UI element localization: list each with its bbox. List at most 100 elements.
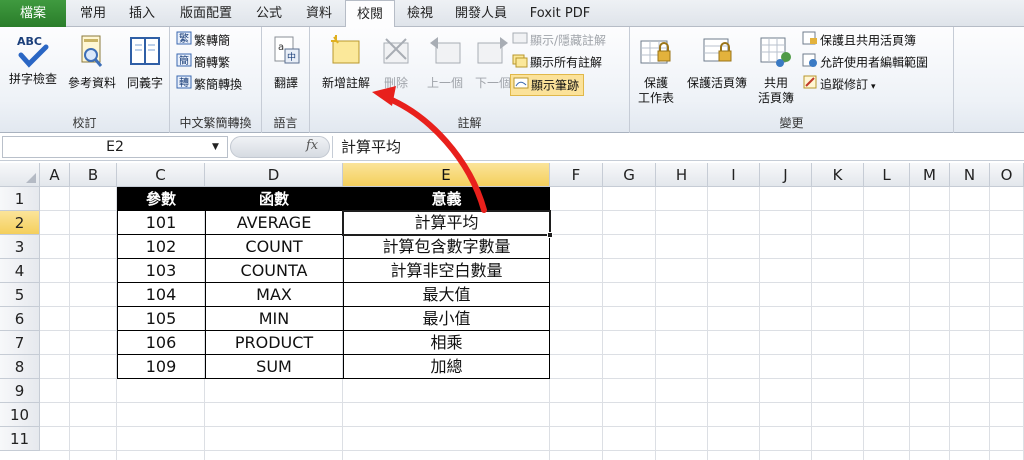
tab-insert[interactable]: 插入 [118, 0, 166, 27]
show-ink-button[interactable]: 顯示筆跡 [510, 74, 585, 96]
gridline-vertical [69, 187, 70, 460]
table-cell[interactable]: 104 [117, 283, 205, 307]
row-header-8[interactable]: 8 [0, 355, 40, 379]
row-header-9[interactable]: 9 [0, 379, 40, 403]
previous-label: 上一個 [426, 76, 463, 90]
protect-sheet-button[interactable]: 保護 工作表 [634, 33, 678, 106]
allow-edit-ranges-button[interactable]: 允許使用者編輯範圍 [802, 52, 928, 72]
column-header-i[interactable]: I [708, 163, 760, 187]
show-hide-comment-button[interactable]: 顯示/隱藏註解 [512, 30, 606, 50]
tab-file[interactable]: 檔案 [0, 0, 66, 27]
to-traditional-button[interactable]: 簡簡轉繁 [176, 52, 230, 72]
table-cell[interactable]: COUNT [205, 235, 343, 259]
tab-formulas[interactable]: 公式 [246, 0, 292, 27]
column-header-m[interactable]: M [910, 163, 950, 187]
table-cell[interactable]: 計算包含數字數量 [343, 235, 550, 259]
column-header-d[interactable]: D [205, 163, 343, 187]
new-comment-button[interactable]: 新增註解 [314, 33, 378, 91]
row-header-4[interactable]: 4 [0, 259, 40, 283]
table-cell[interactable]: 109 [117, 355, 205, 379]
gridline-horizontal [40, 426, 1024, 427]
research-button[interactable]: 參考資料 [62, 33, 122, 91]
table-cell[interactable]: 105 [117, 307, 205, 331]
gridline-vertical [602, 187, 603, 460]
table-cell[interactable]: 相乘 [343, 331, 550, 355]
fill-handle[interactable] [547, 232, 553, 238]
tab-data[interactable]: 資料 [296, 0, 342, 27]
column-header-j[interactable]: J [760, 163, 812, 187]
column-header-a[interactable]: A [40, 163, 70, 187]
show-all-comments-button[interactable]: 顯示所有註解 [512, 52, 602, 72]
table-cell[interactable]: MIN [205, 307, 343, 331]
insert-function-icon[interactable]: fx [306, 138, 318, 153]
row-header-6[interactable]: 6 [0, 307, 40, 331]
protect-workbook-button[interactable]: 保護活頁簿 [680, 33, 754, 91]
table-border-vertical [549, 187, 550, 379]
table-border-horizontal [117, 378, 550, 379]
gridline-horizontal [40, 450, 1024, 451]
chinese-convert-button[interactable]: 轉繁簡轉換 [176, 74, 242, 94]
gridline-vertical [811, 187, 812, 460]
column-header-f[interactable]: F [550, 163, 603, 187]
row-header-2[interactable]: 2 [0, 211, 40, 235]
table-cell[interactable]: 101 [117, 211, 205, 235]
column-header-k[interactable]: K [812, 163, 864, 187]
translate-button[interactable]: a 中 翻譯 [266, 33, 306, 91]
thesaurus-button[interactable]: 同義字 [122, 33, 168, 91]
column-header-b[interactable]: B [70, 163, 117, 187]
share-workbook-button[interactable]: 共用 活頁簿 [754, 33, 798, 106]
table-header-cell[interactable]: 意義 [343, 187, 550, 211]
table-border-horizontal [117, 330, 550, 331]
column-header-o[interactable]: O [990, 163, 1024, 187]
row-header-11[interactable]: 11 [0, 427, 40, 451]
protect-sheet-label: 保護 工作表 [637, 76, 674, 105]
column-header-c[interactable]: C [117, 163, 205, 187]
table-cell[interactable]: 103 [117, 259, 205, 283]
table-cell[interactable]: 計算非空白數量 [343, 259, 550, 283]
row-header-5[interactable]: 5 [0, 283, 40, 307]
table-cell[interactable]: 102 [117, 235, 205, 259]
tab-review[interactable]: 校閱 [345, 0, 395, 28]
allow-edit-ranges-icon [802, 52, 818, 74]
group-language-label: 語言 [273, 116, 298, 130]
spelling-button[interactable]: ABC 拼字檢查 [4, 33, 62, 87]
name-box[interactable]: E2 [2, 136, 228, 158]
tab-home[interactable]: 常用 [70, 0, 116, 27]
row-header-3[interactable]: 3 [0, 235, 40, 259]
tab-foxit-pdf[interactable]: Foxit PDF [522, 0, 598, 27]
column-header-g[interactable]: G [603, 163, 656, 187]
previous-comment-button[interactable]: 上一個 [420, 33, 470, 91]
table-cell[interactable]: COUNTA [205, 259, 343, 283]
table-header-cell[interactable]: 參數 [117, 187, 205, 211]
table-cell[interactable]: 106 [117, 331, 205, 355]
delete-comment-button[interactable]: 刪除 [378, 33, 414, 91]
table-cell[interactable]: PRODUCT [205, 331, 343, 355]
protect-workbook-label: 保護活頁簿 [686, 76, 747, 90]
row-header-1[interactable]: 1 [0, 187, 40, 211]
row-header-7[interactable]: 7 [0, 331, 40, 355]
column-header-n[interactable]: N [950, 163, 990, 187]
track-changes-button[interactable]: 追蹤修訂 ▾ [802, 74, 876, 94]
table-cell[interactable]: 最大值 [343, 283, 550, 307]
table-cell[interactable]: AVERAGE [205, 211, 343, 235]
to-simplified-button[interactable]: 繁繁轉簡 [176, 30, 230, 50]
name-box-dropdown-icon[interactable]: ▼ [212, 142, 219, 152]
column-header-l[interactable]: L [864, 163, 910, 187]
column-header-e[interactable]: E [343, 163, 550, 187]
formula-input[interactable]: 計算平均 [332, 136, 1022, 158]
tab-page-layout[interactable]: 版面配置 [170, 0, 242, 27]
tab-view[interactable]: 檢視 [398, 0, 442, 27]
table-header-cell[interactable]: 函數 [205, 187, 343, 211]
protect-share-button[interactable]: 保護且共用活頁簿 [802, 30, 916, 50]
tab-developer[interactable]: 開發人員 [446, 0, 516, 27]
row-header-10[interactable]: 10 [0, 403, 40, 427]
table-cell[interactable]: 計算平均 [343, 211, 550, 235]
svg-text:簡: 簡 [179, 54, 189, 67]
table-cell[interactable]: MAX [205, 283, 343, 307]
select-all-corner[interactable] [0, 163, 40, 187]
table-cell[interactable]: 加總 [343, 355, 550, 379]
table-cell[interactable]: SUM [205, 355, 343, 379]
trad-to-simp-icon: 繁 [176, 30, 192, 52]
column-header-h[interactable]: H [656, 163, 708, 187]
table-cell[interactable]: 最小值 [343, 307, 550, 331]
